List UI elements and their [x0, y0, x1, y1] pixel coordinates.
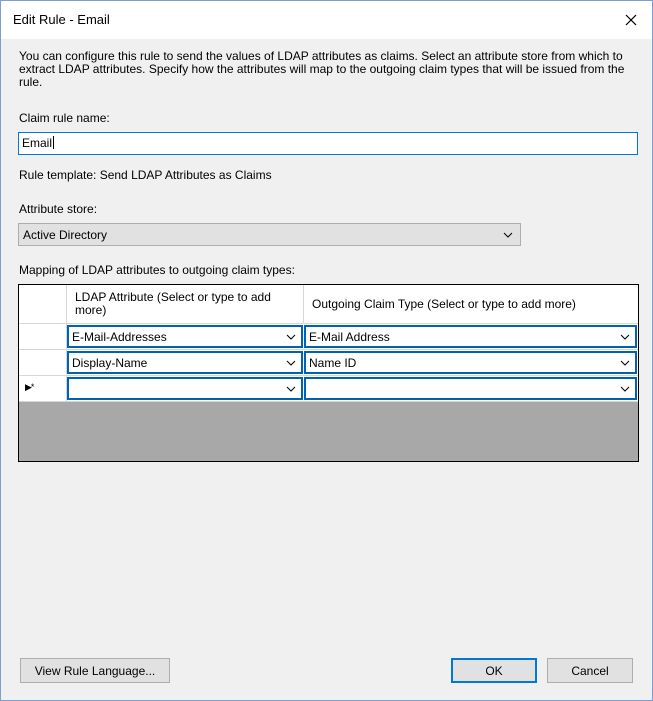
close-button[interactable]: [616, 5, 646, 35]
column-header-claim-type[interactable]: Outgoing Claim Type (Select or type to a…: [304, 285, 638, 324]
rule-template-text: Rule template: Send LDAP Attributes as C…: [19, 168, 272, 182]
attribute-store-value: Active Directory: [23, 228, 108, 242]
chevron-down-icon: [503, 232, 513, 238]
claim-type-value: E-Mail Address: [309, 330, 390, 344]
new-row-icon: ▶*: [25, 382, 34, 392]
chevron-down-icon: [620, 334, 630, 340]
mapping-label: Mapping of LDAP attributes to outgoing c…: [19, 263, 295, 277]
ldap-attribute-dropdown[interactable]: [67, 377, 303, 400]
title-bar: Edit Rule - Email: [1, 1, 652, 39]
claim-rule-name-label: Claim rule name:: [19, 111, 110, 125]
table-row: E-Mail-Addresses E-Mail Address: [19, 324, 638, 350]
table-cell: [304, 376, 638, 402]
row-header[interactable]: [19, 350, 67, 376]
table-cell: [67, 376, 304, 402]
dialog-description: You can configure this rule to send the …: [19, 49, 625, 89]
claim-type-dropdown[interactable]: E-Mail Address: [304, 325, 637, 348]
claim-rule-name-input[interactable]: Email: [18, 132, 638, 155]
chevron-down-icon: [286, 334, 296, 340]
chevron-down-icon: [620, 360, 630, 366]
claim-type-value: Name ID: [309, 356, 357, 370]
ok-button[interactable]: OK: [451, 658, 537, 683]
text-caret: [53, 136, 55, 149]
chevron-down-icon: [286, 386, 296, 392]
ldap-attribute-value: Display-Name: [72, 356, 148, 370]
row-header[interactable]: ▶*: [19, 376, 67, 402]
edit-rule-dialog: Edit Rule - Email You can configure this…: [0, 0, 653, 701]
claim-type-dropdown[interactable]: [304, 377, 637, 400]
ldap-attribute-value: E-Mail-Addresses: [72, 330, 167, 344]
attribute-store-label: Attribute store:: [19, 202, 98, 216]
dialog-title: Edit Rule - Email: [13, 12, 110, 27]
chevron-down-icon: [620, 386, 630, 392]
claim-type-dropdown[interactable]: Name ID: [304, 351, 637, 374]
ldap-attribute-dropdown[interactable]: Display-Name: [67, 351, 303, 374]
table-cell: Display-Name: [67, 350, 304, 376]
claim-rule-name-value: Email: [22, 136, 53, 150]
column-header-ldap-attribute[interactable]: LDAP Attribute (Select or type to add mo…: [67, 285, 304, 324]
table-cell: E-Mail-Addresses: [67, 324, 304, 350]
ldap-attribute-dropdown[interactable]: E-Mail-Addresses: [67, 325, 303, 348]
cancel-button[interactable]: Cancel: [547, 658, 633, 683]
view-rule-language-button[interactable]: View Rule Language...: [20, 658, 170, 683]
row-header-corner: [19, 285, 67, 324]
close-icon: [625, 14, 637, 26]
attribute-store-dropdown[interactable]: Active Directory: [18, 223, 521, 246]
row-header[interactable]: [19, 324, 67, 350]
grid-header-row: LDAP Attribute (Select or type to add mo…: [19, 285, 638, 324]
mapping-grid: LDAP Attribute (Select or type to add mo…: [18, 284, 639, 462]
chevron-down-icon: [286, 360, 296, 366]
table-cell: E-Mail Address: [304, 324, 638, 350]
table-row: Display-Name Name ID: [19, 350, 638, 376]
table-cell: Name ID: [304, 350, 638, 376]
table-row-new: ▶*: [19, 376, 638, 402]
